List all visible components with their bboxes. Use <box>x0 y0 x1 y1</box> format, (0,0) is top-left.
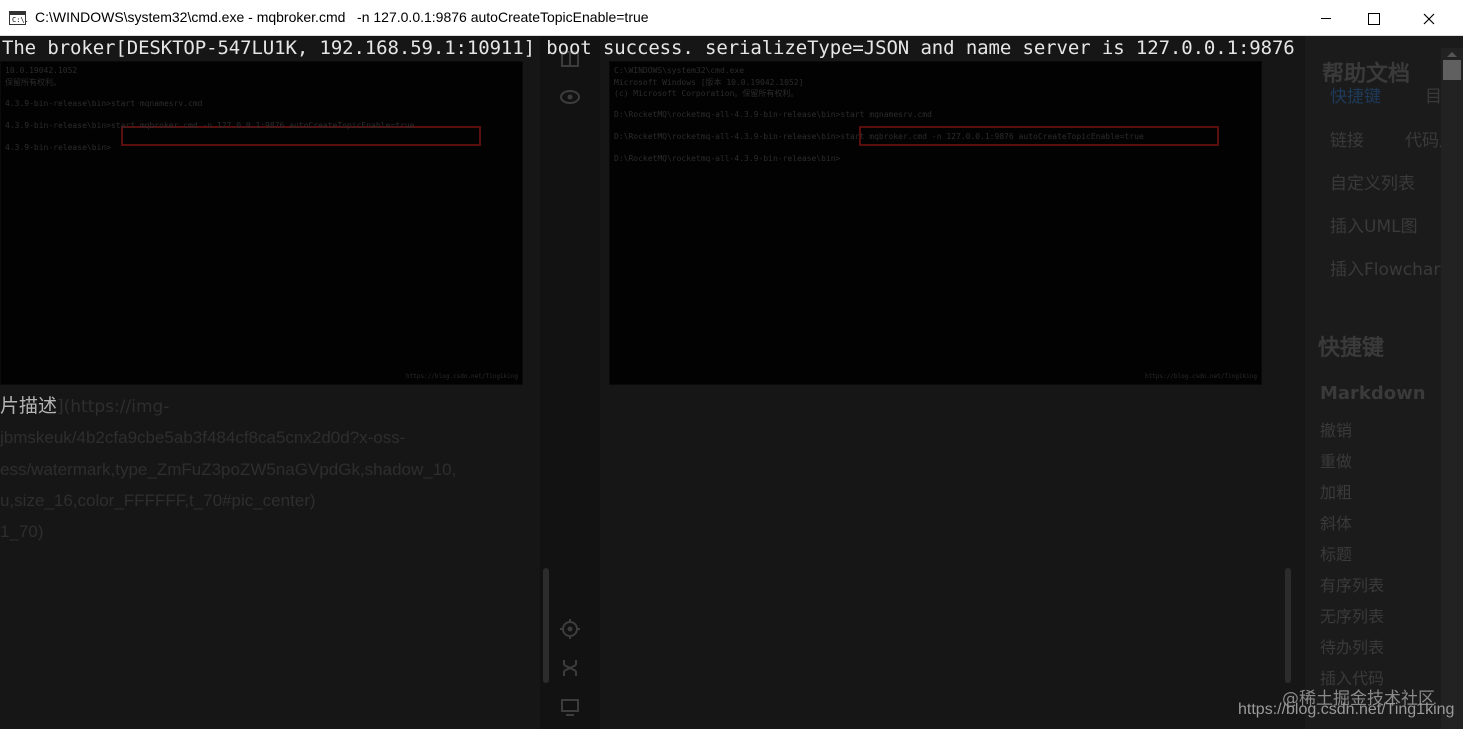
help-tag[interactable]: 快捷键 <box>1330 82 1381 107</box>
sync-scroll-icon[interactable] <box>559 657 581 679</box>
background-editor: https://blog.csdn.net/Ting1king 10.0.190… <box>0 36 1463 729</box>
locate-icon[interactable] <box>559 618 581 640</box>
help-item: 撤销 <box>1320 421 1353 440</box>
window-title: C:\WINDOWS\system32\cmd.exe - mqbroker.c… <box>35 9 649 25</box>
eye-icon[interactable] <box>559 86 581 108</box>
cmd-icon[interactable]: C:\. <box>9 11 29 25</box>
shot-console-line: C:\WINDOWS\system32\cmd.exe <box>614 66 745 75</box>
maximize-button[interactable] <box>1350 0 1396 36</box>
shot-console-line: 4.3.9-bin-release\bin>start mqnamesrv.cm… <box>5 99 203 108</box>
help-item: 加粗 <box>1320 483 1353 502</box>
close-button[interactable] <box>1406 0 1452 36</box>
scroll-thumb[interactable] <box>1443 60 1461 80</box>
shot-console-line: D:\RocketMQ\rocketmq-all-4.3.9-bin-relea… <box>614 132 1144 141</box>
url-line: u,size_16,color_FFFFFF,t_70#pic_center) <box>0 491 316 510</box>
shot-console-line: D:\RocketMQ\rocketmq-all-4.3.9-bin-relea… <box>614 154 841 163</box>
screenshot-right: https://blog.csdn.net/Ting1king C:\WINDO… <box>609 61 1262 385</box>
help-item: 标题 <box>1320 545 1353 564</box>
help-item: 有序列表 <box>1320 576 1385 595</box>
shot-watermark: https://blog.csdn.net/Ting1king <box>406 373 518 380</box>
url-line: 1_70) <box>0 522 44 541</box>
shot-console-line: 10.0.19042.1052 <box>5 66 78 75</box>
image-description: 片描述](https://img- <box>0 391 169 418</box>
shot-console-line: D:\RocketMQ\rocketmq-all-4.3.9-bin-relea… <box>614 110 932 119</box>
title-bar[interactable]: C:\. C:\WINDOWS\system32\cmd.exe - mqbro… <box>0 0 1463 36</box>
url-line: ess/watermark,type_ZmFuZ3poZW5naGVpdGk,s… <box>0 460 457 479</box>
close-icon <box>1423 13 1435 25</box>
console-area[interactable]: https://blog.csdn.net/Ting1king 10.0.190… <box>0 36 1463 729</box>
help-item: 重做 <box>1320 452 1353 471</box>
minimize-button[interactable] <box>1303 0 1349 36</box>
watermark-url: https://blog.csdn.net/Ting1king <box>1238 701 1455 718</box>
shot-console-line: (c) Microsoft Corporation。保留所有权利。 <box>614 89 799 98</box>
help-subsection-title: Markdown <box>1320 383 1426 404</box>
help-scrollbar[interactable] <box>1441 48 1463 729</box>
help-item: 斜体 <box>1320 514 1353 533</box>
help-item: 无序列表 <box>1320 607 1385 626</box>
help-item: 待办列表 <box>1320 638 1385 657</box>
shot-console-line: 4.3.9-bin-release\bin> <box>5 143 111 152</box>
help-section-title: 快捷键 <box>1318 336 1385 361</box>
monitor-icon[interactable] <box>559 696 581 718</box>
help-tag[interactable]: 链接 <box>1330 126 1364 151</box>
help-tag[interactable]: 插入UML图 <box>1330 212 1418 237</box>
scroll-up-icon[interactable] <box>1447 52 1457 57</box>
shot-console-line: 4.3.9-bin-release\bin>start mqbroker.cmd… <box>5 121 415 130</box>
screenshot-left: https://blog.csdn.net/Ting1king 10.0.190… <box>0 61 523 385</box>
editor-scrollbar[interactable] <box>543 568 549 683</box>
shot-watermark: https://blog.csdn.net/Ting1king <box>1145 373 1257 380</box>
pic-desc-label: 片描述 <box>0 395 58 417</box>
console-output-line: The broker[DESKTOP-547LU1K, 192.168.59.1… <box>2 37 1295 59</box>
shot-console-line: Microsoft Windows [版本 10.0.19042.1052] <box>614 78 804 87</box>
help-tag[interactable]: 自定义列表 <box>1330 169 1415 194</box>
preview-scrollbar[interactable] <box>1285 568 1291 683</box>
url-line: jbmskeuk/4b2cfa9cbe5ab3f484cf8ca5cnx2d0d… <box>0 428 406 447</box>
shot-console-line: 保留所有权利。 <box>5 78 61 87</box>
pic-desc-rest: ](https://img- <box>57 397 170 417</box>
